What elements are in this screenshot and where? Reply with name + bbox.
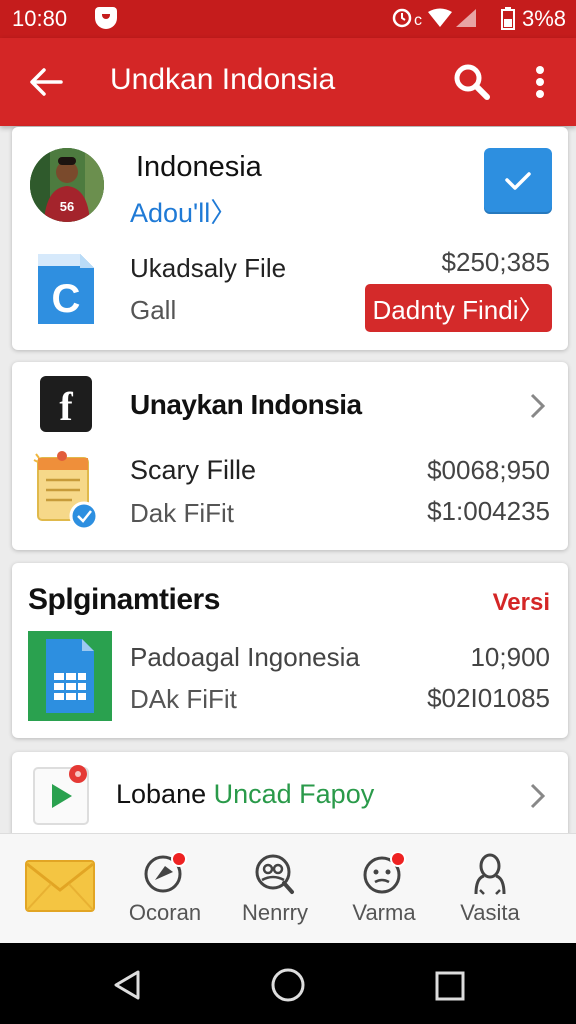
- check-icon: [505, 172, 531, 190]
- battery-icon: [501, 7, 515, 30]
- mail-icon: [25, 860, 95, 912]
- profile-link[interactable]: Adou'll〉: [130, 191, 237, 230]
- recents-square-icon[interactable]: [434, 970, 466, 1002]
- more-options-button[interactable]: [520, 58, 560, 106]
- alarm-wifi-signal-icon: c: [392, 8, 476, 29]
- person-icon: [474, 853, 506, 895]
- amount-primary: 10;900: [470, 642, 550, 672]
- file-name: Ukadsaly File: [130, 253, 287, 283]
- chat-icon: [144, 852, 187, 893]
- file-name: Padoagal Ingonesia: [130, 642, 360, 672]
- nav-label: Vasita: [460, 900, 520, 925]
- file-subtitle: DAk FiFit: [130, 684, 237, 714]
- action-button[interactable]: Dadnty Findi〉: [365, 284, 552, 332]
- arrow-left-icon: [30, 68, 63, 96]
- people-icon: [255, 854, 294, 894]
- nav-label: Nenrry: [241, 900, 308, 925]
- amount-secondary: $02I01085: [427, 683, 550, 713]
- nav-item-nenrry[interactable]: Nenrry: [225, 834, 325, 944]
- status-time: 10:80: [12, 6, 68, 31]
- file-name: Scary Fille: [130, 455, 257, 485]
- more-vert-icon: [536, 66, 544, 98]
- svg-text:f: f: [59, 384, 73, 429]
- face-icon: [363, 852, 406, 894]
- jersey-number: 56: [60, 199, 74, 214]
- status-icons: c: [390, 5, 480, 37]
- facebook-icon: f: [40, 376, 92, 437]
- shield-icon: [95, 7, 117, 29]
- select-checkbox[interactable]: [484, 148, 552, 214]
- search-icon: [454, 64, 490, 100]
- amount-primary: $0068;950: [427, 455, 550, 485]
- amount: $250;385: [441, 247, 550, 277]
- version-link[interactable]: Versi: [493, 589, 550, 617]
- nav-item-mail[interactable]: [10, 834, 110, 944]
- play-card[interactable]: Lobane Uncad Fapoy: [12, 752, 568, 842]
- nav-item-ocoran[interactable]: Ocoran: [115, 834, 215, 944]
- spreadsheet-icon: [28, 631, 112, 726]
- nav-label: Ocoran: [128, 900, 202, 925]
- notes-icon: [32, 450, 100, 537]
- title-part-1: Lobane: [116, 779, 207, 809]
- search-button[interactable]: [448, 58, 496, 106]
- file-subtitle: Dak FiFit: [130, 498, 234, 528]
- profile-card: 56 Indonesia Adou'll〉 C Ukadsaly File Ga…: [12, 127, 568, 350]
- chevron-right-icon[interactable]: [528, 392, 548, 425]
- battery-percent: 3%8: [522, 6, 567, 31]
- page-title: Undkan Indonsia: [110, 63, 336, 96]
- section-card: Splginamtiers Versi Padoagal Ingonesia D…: [12, 563, 568, 738]
- avatar[interactable]: 56: [30, 148, 104, 222]
- file-card[interactable]: f Unaykan Indonsia Scary Fille Dak FiFit…: [12, 362, 568, 550]
- back-button[interactable]: [24, 60, 68, 104]
- document-icon: C: [34, 250, 98, 333]
- chevron-right-icon[interactable]: [528, 782, 548, 815]
- home-circle-icon[interactable]: [270, 967, 306, 1003]
- nav-item-vasita[interactable]: Vasita: [440, 834, 540, 944]
- card-title: Indonesia: [136, 151, 262, 183]
- nav-label: Varma: [352, 900, 416, 925]
- app-bar: Undkan Indonsia: [0, 38, 576, 126]
- card-title: Lobane Uncad Fapoy: [116, 779, 374, 810]
- svg-text:c: c: [414, 12, 425, 29]
- system-navigation-bar: [0, 943, 576, 1024]
- back-triangle-icon[interactable]: [112, 969, 142, 1001]
- amount-secondary: $1:004235: [427, 496, 550, 526]
- play-icon: [32, 764, 96, 833]
- bottom-navigation: Ocoran Nenrry Varma Vasita: [0, 833, 576, 943]
- nav-item-varma[interactable]: Varma: [334, 834, 434, 944]
- svg-text:C: C: [52, 277, 81, 321]
- title-part-2: Uncad Fapoy: [213, 779, 375, 809]
- file-subtitle: Gall: [130, 295, 177, 325]
- status-battery: 3%8: [501, 6, 567, 32]
- section-title: Splginamtiers: [28, 583, 220, 616]
- card-title: Unaykan Indonsia: [130, 389, 362, 420]
- status-bar: 10:80 c 3%8: [0, 0, 576, 38]
